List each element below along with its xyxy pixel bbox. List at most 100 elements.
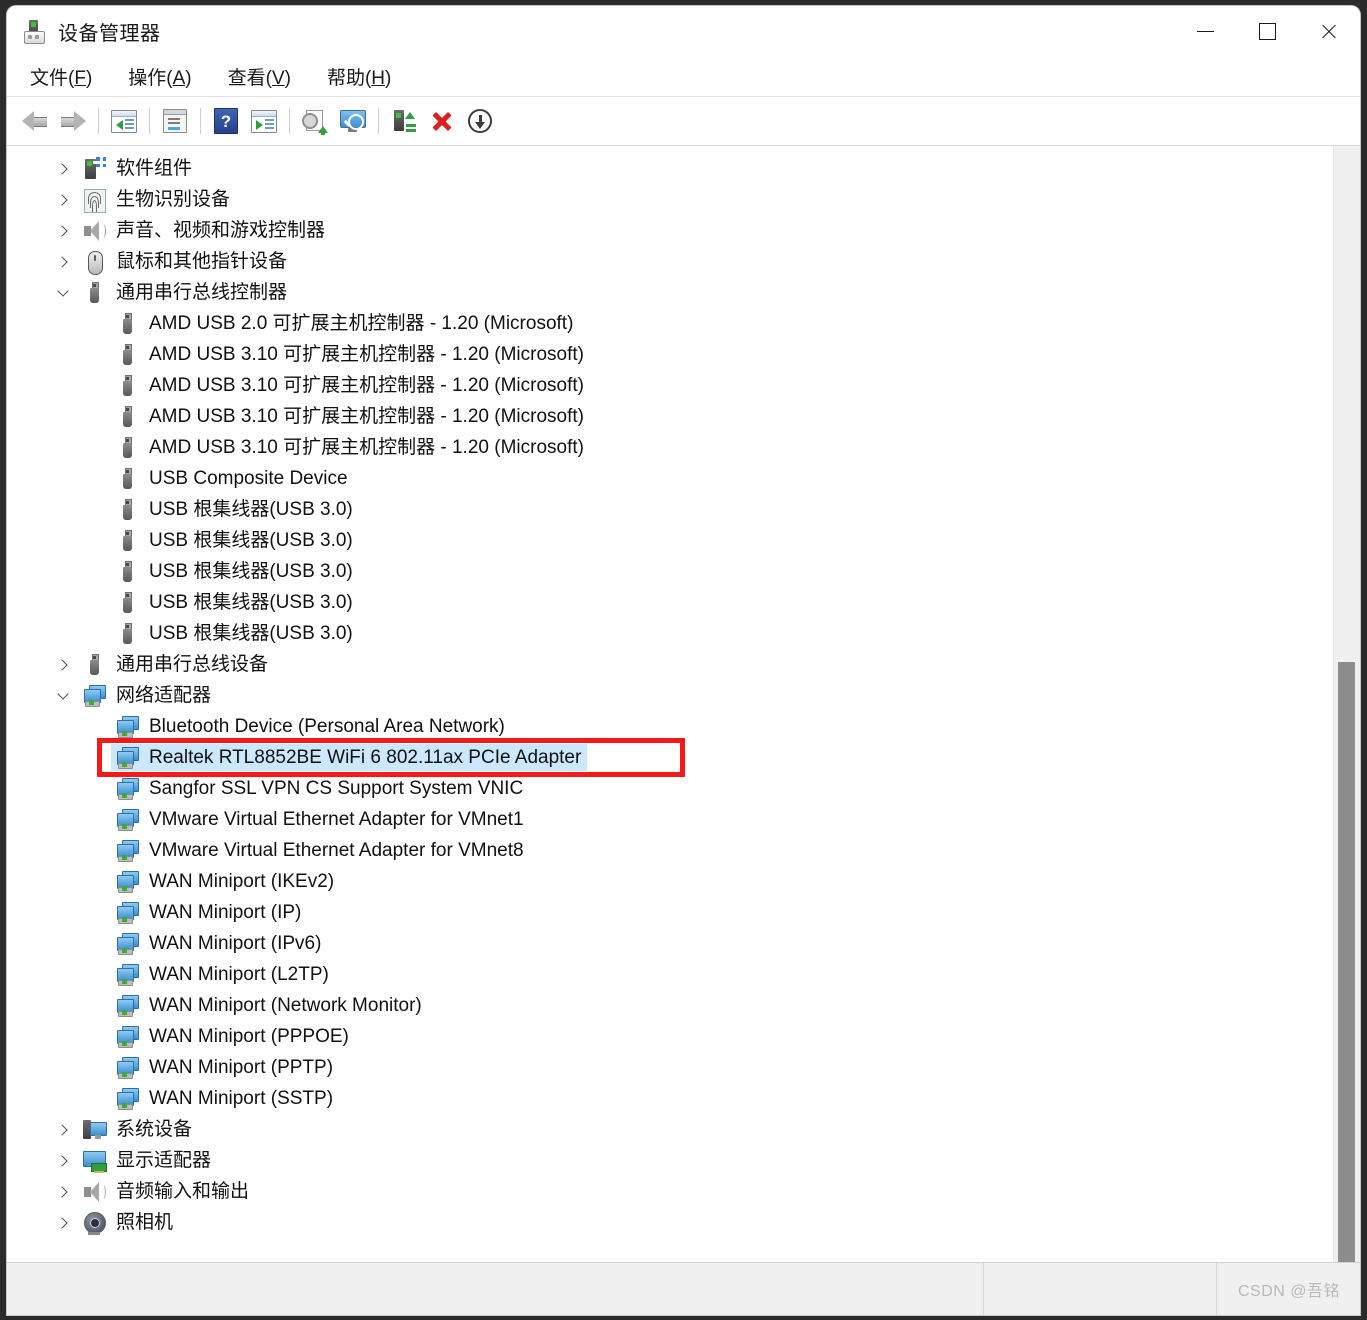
tree-row[interactable]: USB 根集线器(USB 3.0)	[7, 556, 1333, 587]
tree-row[interactable]: 网络适配器	[7, 680, 1333, 711]
usb-icon	[82, 653, 106, 677]
tree-row[interactable]: AMD USB 3.10 可扩展主机控制器 - 1.20 (Microsoft)	[7, 432, 1333, 463]
toolbar-separator	[378, 108, 379, 134]
tree-row[interactable]: 声音、视频和游戏控制器	[7, 215, 1333, 246]
tree-row-label: WAN Miniport (L2TP)	[149, 964, 329, 985]
biometric-icon	[82, 188, 106, 213]
status-pane-1	[7, 1263, 984, 1315]
menu-view[interactable]: 查看(V)	[221, 60, 298, 93]
vertical-scrollbar[interactable]	[1333, 146, 1360, 1269]
tree-row[interactable]: AMD USB 3.10 可扩展主机控制器 - 1.20 (Microsoft)	[7, 339, 1333, 370]
minimize-icon	[1196, 31, 1214, 32]
tree-row[interactable]: WAN Miniport (IP)	[7, 897, 1333, 928]
help-button[interactable]: ?	[207, 102, 245, 140]
usb-icon	[115, 312, 139, 336]
chevron-right-icon[interactable]	[52, 255, 74, 268]
tree-row[interactable]: 鼠标和其他指针设备	[7, 246, 1333, 277]
tree-row[interactable]: USB 根集线器(USB 3.0)	[7, 525, 1333, 556]
minimize-button[interactable]	[1174, 6, 1236, 57]
help-question-icon: ?	[214, 108, 238, 134]
tree-row[interactable]: WAN Miniport (L2TP)	[7, 959, 1333, 990]
disable-device-button[interactable]	[461, 102, 499, 140]
tree-row[interactable]: VMware Virtual Ethernet Adapter for VMne…	[7, 835, 1333, 866]
tree-row[interactable]: USB 根集线器(USB 3.0)	[7, 494, 1333, 525]
forward-button[interactable]	[54, 102, 92, 140]
tree-row[interactable]: AMD USB 3.10 可扩展主机控制器 - 1.20 (Microsoft)	[7, 401, 1333, 432]
tree-row[interactable]: USB 根集线器(USB 3.0)	[7, 587, 1333, 618]
chevron-right-icon[interactable]	[52, 1185, 74, 1198]
tree-row[interactable]: 通用串行总线设备	[7, 649, 1333, 680]
tree-row[interactable]: WAN Miniport (Network Monitor)	[7, 990, 1333, 1021]
properties-button[interactable]	[156, 102, 194, 140]
chevron-right-icon[interactable]	[52, 224, 74, 237]
tree-row-label: WAN Miniport (IPv6)	[149, 933, 322, 954]
tree-row[interactable]: 音频输入和输出	[7, 1176, 1333, 1207]
back-button[interactable]	[16, 102, 54, 140]
tree-row-label: USB 根集线器(USB 3.0)	[149, 530, 353, 551]
status-pane-3: CSDN @吾铭	[1217, 1263, 1360, 1315]
tree-row-label: WAN Miniport (PPPOE)	[149, 1026, 349, 1047]
chevron-down-icon[interactable]	[52, 688, 74, 700]
tree-row[interactable]: Realtek RTL8852BE WiFi 6 802.11ax PCIe A…	[7, 742, 1333, 773]
network-adapter-icon	[115, 870, 139, 894]
chevron-right-icon[interactable]	[52, 193, 74, 206]
chevron-right-icon[interactable]	[52, 162, 74, 175]
chevron-right-icon[interactable]	[52, 1216, 74, 1229]
chevron-down-icon[interactable]	[52, 285, 74, 297]
tree-row[interactable]: 照相机	[7, 1207, 1333, 1238]
tree-row[interactable]: 通用串行总线控制器	[7, 277, 1333, 308]
tree-row-label: 通用串行总线控制器	[116, 282, 288, 303]
display-adapter-icon	[82, 1149, 107, 1173]
tree-row-label: USB Composite Device	[149, 468, 348, 489]
enable-device-button[interactable]	[385, 102, 423, 140]
tree-row[interactable]: 生物识别设备	[7, 184, 1333, 215]
uninstall-device-button[interactable]	[423, 102, 461, 140]
tree-row[interactable]: AMD USB 3.10 可扩展主机控制器 - 1.20 (Microsoft)	[7, 370, 1333, 401]
tree-row-label: AMD USB 3.10 可扩展主机控制器 - 1.20 (Microsoft)	[149, 375, 584, 396]
tree-row-label: 显示适配器	[116, 1150, 212, 1171]
menu-file[interactable]: 文件(F)	[23, 60, 99, 93]
tree-row[interactable]: USB Composite Device	[7, 463, 1333, 494]
console-tree-icon	[111, 109, 137, 133]
action-pane-icon	[251, 109, 277, 133]
tree-row[interactable]: VMware Virtual Ethernet Adapter for VMne…	[7, 804, 1333, 835]
chevron-right-icon[interactable]	[52, 1123, 74, 1136]
update-driver-button[interactable]	[296, 102, 334, 140]
chevron-right-icon[interactable]	[52, 658, 74, 671]
tree-row-label: WAN Miniport (SSTP)	[149, 1088, 334, 1109]
tree-row[interactable]: 软件组件	[7, 153, 1333, 184]
usb-icon	[82, 281, 106, 305]
close-button[interactable]	[1298, 6, 1360, 57]
tree-row[interactable]: WAN Miniport (SSTP)	[7, 1083, 1333, 1114]
usb-icon	[115, 529, 139, 553]
camera-icon	[82, 1211, 106, 1235]
scan-for-hardware-changes-button[interactable]	[334, 102, 372, 140]
device-tree[interactable]: 软件组件 生物识别设备 声音、视频和游戏控制器 鼠标和其他指针设备通用串行总线控制器 A…	[7, 146, 1333, 1262]
show-hide-console-tree-button[interactable]	[105, 102, 143, 140]
speaker-icon	[82, 1180, 106, 1204]
tree-row[interactable]: 系统设备	[7, 1114, 1333, 1145]
system-device-icon	[82, 1118, 107, 1142]
forward-arrow-icon	[60, 111, 86, 131]
tree-row[interactable]: AMD USB 2.0 可扩展主机控制器 - 1.20 (Microsoft)	[7, 308, 1333, 339]
vertical-scrollbar-thumb[interactable]	[1338, 662, 1355, 1269]
usb-icon	[115, 405, 139, 429]
tree-row[interactable]: USB 根集线器(USB 3.0)	[7, 618, 1333, 649]
maximize-button[interactable]	[1236, 6, 1298, 57]
chevron-right-icon[interactable]	[52, 1154, 74, 1167]
tree-row[interactable]: WAN Miniport (IPv6)	[7, 928, 1333, 959]
tree-row[interactable]: Bluetooth Device (Personal Area Network)	[7, 711, 1333, 742]
tree-row[interactable]: WAN Miniport (PPTP)	[7, 1052, 1333, 1083]
usb-icon	[115, 343, 139, 367]
tree-row[interactable]: WAN Miniport (PPPOE)	[7, 1021, 1333, 1052]
show-hide-action-pane-button[interactable]	[245, 102, 283, 140]
tree-row[interactable]: Sangfor SSL VPN CS Support System VNIC	[7, 773, 1333, 804]
tree-row-label: 通用串行总线设备	[116, 654, 269, 675]
tree-row[interactable]: WAN Miniport (IKEv2)	[7, 866, 1333, 897]
mouse-icon	[82, 250, 106, 275]
tree-row[interactable]: 显示适配器	[7, 1145, 1333, 1176]
menu-help[interactable]: 帮助(H)	[320, 60, 398, 93]
tree-row-label: USB 根集线器(USB 3.0)	[149, 592, 353, 613]
tree-row-label: VMware Virtual Ethernet Adapter for VMne…	[149, 840, 524, 861]
menu-action[interactable]: 操作(A)	[121, 60, 198, 93]
